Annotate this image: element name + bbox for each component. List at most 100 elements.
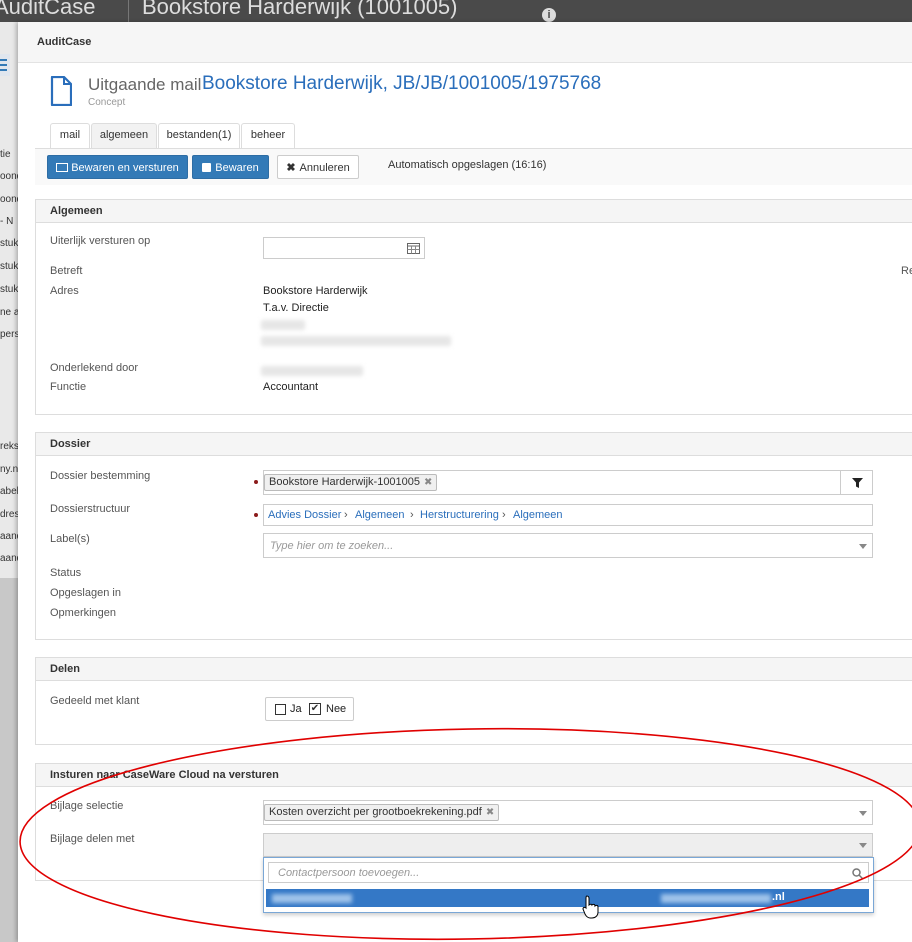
bijlage-selectie-select[interactable]: Kosten overzicht per grootboekrekening.p… <box>263 800 873 825</box>
background-sidebar-item: aand <box>0 531 18 542</box>
chevron-right-icon: › <box>410 509 414 521</box>
redacted-address-line <box>261 336 451 346</box>
tab-bestanden[interactable]: bestanden(1) <box>158 123 240 148</box>
toolbar: Bewaren en versturen Bewaren ✖ Annuleren … <box>35 148 912 185</box>
background-sidebar-item: stuk <box>0 284 18 295</box>
background-sidebar-item: pers <box>0 329 18 340</box>
adres-line-1: Bookstore Harderwijk <box>263 285 368 297</box>
background-sidebar-item: oond <box>0 171 18 182</box>
functie-label: Functie <box>50 381 87 393</box>
background-sidebar-item: oond <box>0 194 18 205</box>
background-app-header: AuditCase Bookstore Harderwijk (1001005)… <box>0 0 912 22</box>
ondertekend-label: Onderlekend door <box>50 362 139 374</box>
tab-mail[interactable]: mail <box>50 123 90 148</box>
ja-label: Ja <box>290 703 302 715</box>
send-before-label: Uiterlijk versturen op <box>50 235 151 247</box>
labels-search-input[interactable]: Type hier om te zoeken... <box>263 533 873 558</box>
send-before-date-input[interactable] <box>263 237 425 259</box>
search-icon <box>852 868 863 879</box>
background-sidebar-item: ny.n <box>0 464 18 475</box>
background-sidebar-item: dres <box>0 509 18 520</box>
cancel-button[interactable]: ✖ Annuleren <box>277 155 359 179</box>
background-sidebar-item: stuk <box>0 238 18 249</box>
background-sidebar <box>0 22 18 942</box>
ja-checkbox[interactable] <box>275 704 286 715</box>
panel-header: Dossier <box>36 433 912 456</box>
document-icon <box>50 76 72 106</box>
chevron-down-icon <box>859 811 867 816</box>
modal-title: AuditCase <box>37 36 92 48</box>
remove-tag-icon[interactable]: ✖ <box>424 477 432 488</box>
modal-header: AuditCase <box>18 22 912 63</box>
redacted-address-line <box>261 320 305 330</box>
gedeeld-label: Gedeeld met klant <box>50 695 140 707</box>
crumb-algemeen[interactable]: Algemeen <box>355 509 405 521</box>
adres-label: Adres <box>50 285 79 297</box>
hand-cursor-icon <box>582 895 599 919</box>
mail-subject-link[interactable]: Bookstore Harderwijk, JB/JB/1001005/1975… <box>202 73 601 95</box>
adres-line-2: T.a.v. Directie <box>263 302 329 314</box>
chevron-right-icon: › <box>502 509 506 521</box>
dossier-bestemming-select[interactable]: Bookstore Harderwijk-1001005 ✖ <box>263 470 841 495</box>
bijlage-delen-select[interactable] <box>263 833 873 857</box>
panel-header: Insturen naar CaseWare Cloud na versture… <box>36 764 912 787</box>
required-indicator <box>254 513 258 517</box>
chevron-down-icon <box>859 843 867 848</box>
attachment-tag: Kosten overzicht per grootboekrekening.p… <box>264 804 500 821</box>
chevron-right-icon: › <box>344 509 348 521</box>
contact-option-highlighted[interactable]: .nl <box>266 889 869 907</box>
calendar-icon[interactable] <box>407 242 420 254</box>
contact-email-suffix: .nl <box>772 891 785 903</box>
dossierstructuur-path[interactable]: Advies Dossier › Algemeen › Herstructure… <box>263 504 873 526</box>
envelope-icon <box>56 163 69 172</box>
mail-status: Concept <box>88 97 126 108</box>
panel-dossier: Dossier Dossier bestemming Bookstore Har… <box>35 432 912 640</box>
panel-header: Delen <box>36 658 912 681</box>
functie-value: Accountant <box>263 381 319 393</box>
right-cut-label: Re <box>901 265 912 277</box>
app-name: AuditCase <box>0 0 96 19</box>
hamburger-menu-icon[interactable] <box>0 54 10 76</box>
background-sidebar-item: reks <box>0 441 18 452</box>
status-label: Status <box>50 567 82 579</box>
redacted-contact-name <box>272 894 352 903</box>
autosave-status: Automatisch opgeslagen (16:16) <box>388 159 547 171</box>
header-separator <box>128 0 129 22</box>
opmerkingen-label: Opmerkingen <box>50 607 117 619</box>
bijlage-selectie-label: Bijlage selectie <box>50 800 124 812</box>
dossierstructuur-label: Dossierstructuur <box>50 503 131 515</box>
contact-dropdown: Contactpersoon toevoegen... .nl <box>263 857 874 913</box>
background-sidebar-item: stuk <box>0 261 18 272</box>
tab-beheer[interactable]: beheer <box>241 123 295 148</box>
nee-label: Nee <box>326 703 347 715</box>
labels-label: Label(s) <box>50 533 90 545</box>
background-sidebar-item: - N <box>0 216 14 227</box>
save-and-send-button[interactable]: Bewaren en versturen <box>47 155 188 179</box>
filter-button[interactable] <box>840 470 873 495</box>
floppy-disk-icon <box>202 163 212 172</box>
nee-checkbox[interactable]: ✔ <box>309 703 321 715</box>
background-grey-area <box>0 578 18 942</box>
crumb-advies-dossier[interactable]: Advies Dossier <box>268 509 341 521</box>
opgeslagen-label: Opgeslagen in <box>50 587 121 599</box>
save-button[interactable]: Bewaren <box>192 155 269 179</box>
contact-search-input[interactable]: Contactpersoon toevoegen... <box>268 862 869 883</box>
redacted-signer <box>261 366 363 376</box>
bijlage-delen-label: Bijlage delen met <box>50 833 135 845</box>
chevron-down-icon <box>859 544 867 549</box>
betreft-label: Betreft <box>50 265 83 277</box>
dossier-bestemming-label: Dossier bestemming <box>50 470 151 482</box>
shared-toggle-group: Ja ✔ Nee <box>265 697 354 721</box>
crumb-herstructurering[interactable]: Herstructurering <box>420 509 499 521</box>
tab-algemeen[interactable]: algemeen <box>91 123 157 149</box>
window-title: Bookstore Harderwijk (1001005) <box>142 0 458 19</box>
panel-header: Algemeen <box>36 200 912 223</box>
background-sidebar-item: ne a <box>0 307 18 318</box>
remove-tag-icon[interactable]: ✖ <box>486 807 494 818</box>
panel-algemeen: Algemeen Uiterlijk versturen op Betreft … <box>35 199 912 415</box>
crumb-algemeen-2[interactable]: Algemeen <box>513 509 563 521</box>
info-icon[interactable]: i <box>542 8 556 22</box>
background-sidebar-item: aand <box>0 553 18 564</box>
close-icon: ✖ <box>286 162 296 174</box>
background-sidebar-item: tie <box>0 149 11 160</box>
